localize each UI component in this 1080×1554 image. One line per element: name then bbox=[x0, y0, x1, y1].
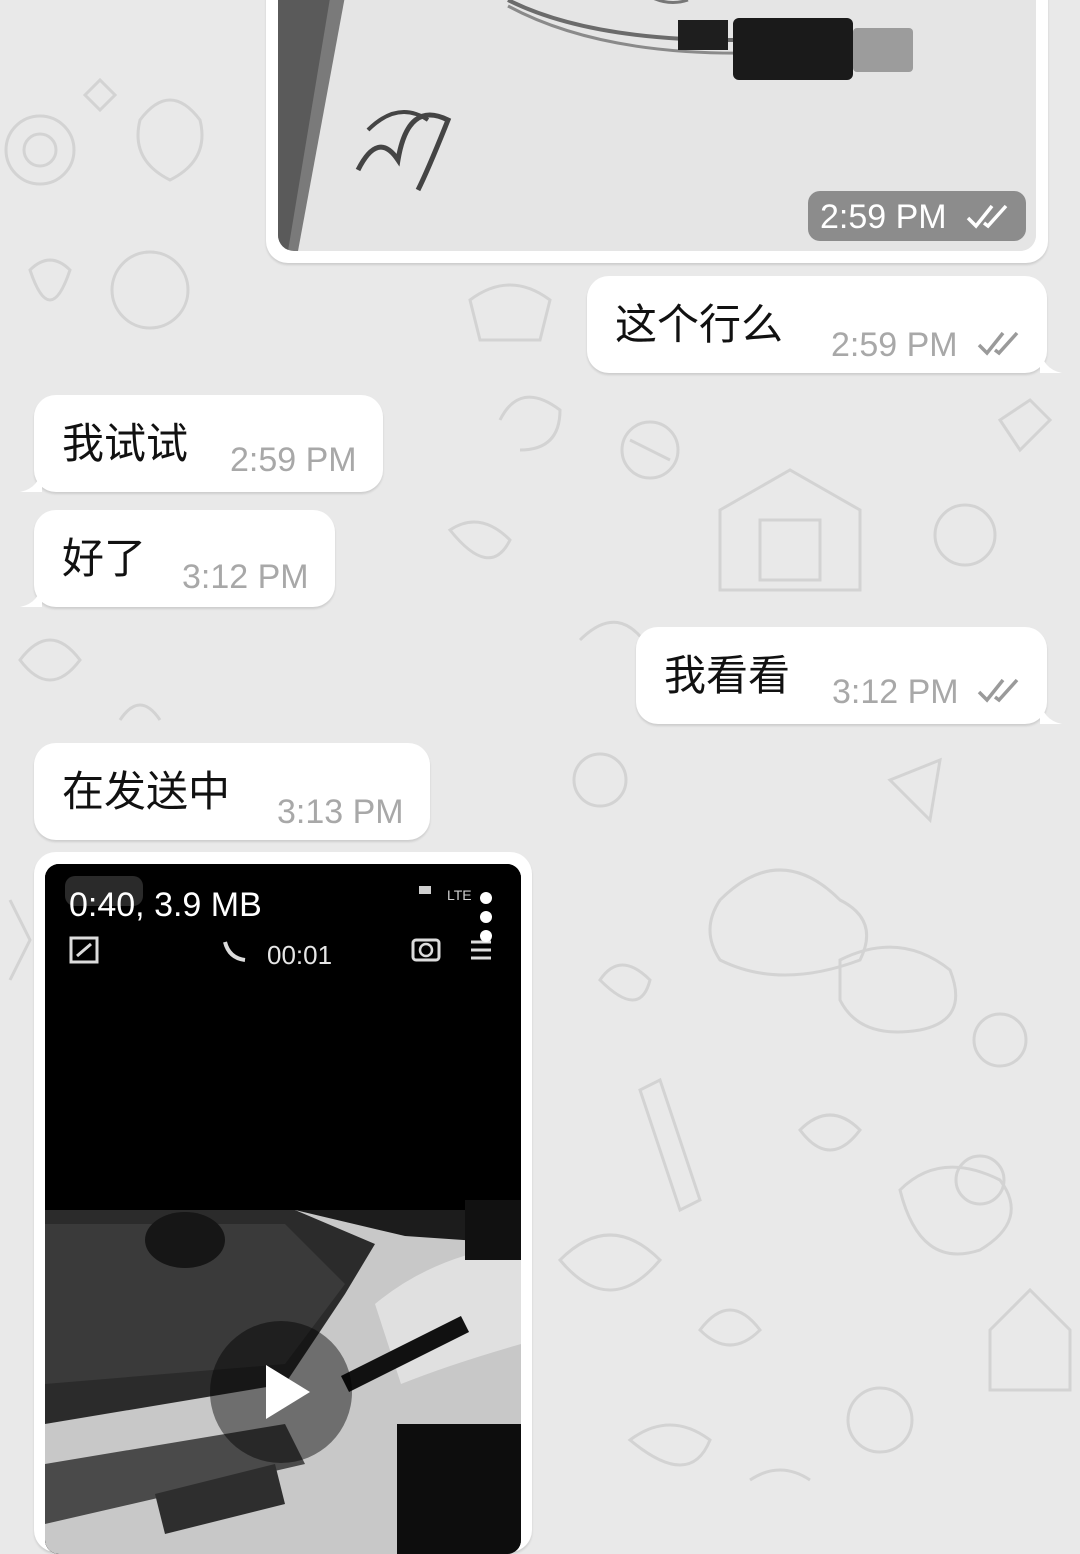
video-attachment[interactable]: LTE 0:40, 3.9 MB 00:01 bbox=[45, 864, 521, 1554]
message-bubble-incoming[interactable]: 好了 3:12 PM bbox=[34, 510, 335, 607]
message-time: 3:13 PM bbox=[277, 793, 404, 831]
message-time: 2:59 PM bbox=[831, 326, 958, 364]
photo-time-pill: 2:59 PM bbox=[808, 191, 1026, 241]
svg-text:LTE: LTE bbox=[447, 887, 472, 903]
message-text: 这个行么 bbox=[615, 300, 784, 349]
video-message-bubble[interactable]: LTE 0:40, 3.9 MB 00:01 bbox=[34, 852, 532, 1554]
message-bubble-outgoing[interactable]: 这个行么 2:59 PM bbox=[587, 276, 1047, 373]
play-icon bbox=[266, 1365, 310, 1419]
bubble-tail bbox=[20, 581, 42, 607]
double-check-icon bbox=[977, 678, 1019, 703]
double-check-icon bbox=[966, 204, 1008, 229]
message-text: 我看看 bbox=[664, 651, 791, 700]
message-time: 3:12 PM bbox=[182, 558, 309, 596]
message-bubble-incoming[interactable]: 我试试 2:59 PM bbox=[34, 395, 383, 492]
double-check-icon bbox=[977, 331, 1019, 356]
message-text: 好了 bbox=[62, 534, 147, 583]
message-bubble-outgoing[interactable]: 我看看 3:12 PM bbox=[636, 627, 1047, 724]
more-vertical-icon[interactable] bbox=[475, 890, 497, 944]
bubble-tail bbox=[20, 466, 42, 492]
play-button[interactable] bbox=[210, 1321, 352, 1463]
bubble-tail bbox=[1040, 347, 1062, 373]
video-meta: 0:40, 3.9 MB bbox=[69, 886, 262, 924]
message-bubble-incoming[interactable]: 在发送中 3:13 PM bbox=[34, 743, 430, 840]
message-time: 3:12 PM bbox=[832, 673, 959, 711]
photo-message-bubble[interactable]: 2:59 PM bbox=[266, 0, 1048, 263]
bubble-tail bbox=[1040, 698, 1062, 724]
message-time: 2:59 PM bbox=[230, 441, 357, 479]
message-time: 2:59 PM bbox=[820, 198, 947, 236]
message-text: 在发送中 bbox=[62, 767, 231, 816]
recording-timer: 00:01 bbox=[267, 940, 333, 970]
message-text: 我试试 bbox=[62, 419, 189, 468]
